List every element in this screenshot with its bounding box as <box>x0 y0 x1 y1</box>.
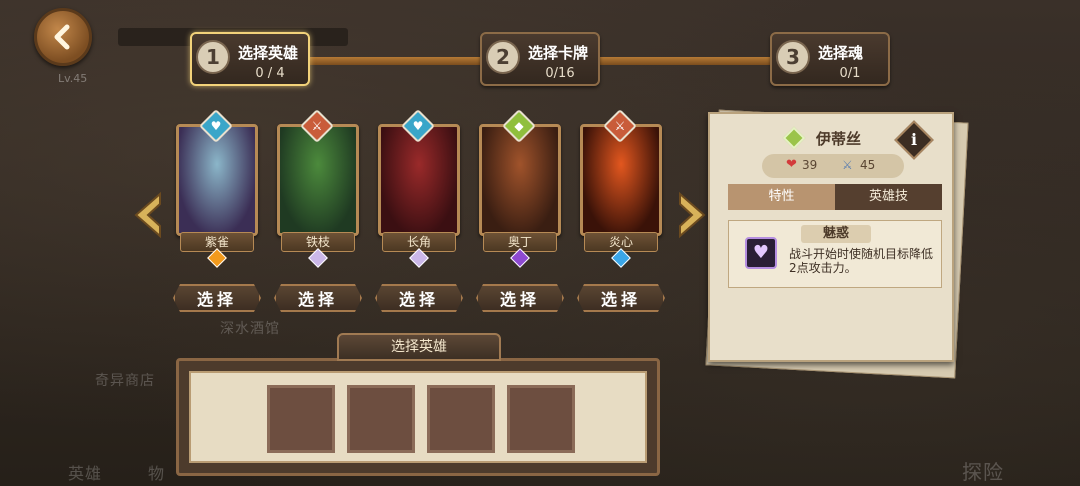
hero-slot[interactable] <box>427 385 495 453</box>
step-count: 0/1 <box>839 66 861 81</box>
hero-portrait-art <box>179 127 255 233</box>
charm-icon: ♥ <box>745 237 777 269</box>
step-select-hero[interactable]: 1 选择英雄 0 / 4 <box>190 32 310 86</box>
hero-stats: ❤ 39 ⚔ 45 <box>762 154 904 178</box>
select-hero-button[interactable]: 选择 <box>173 284 261 312</box>
hero-slot[interactable] <box>267 385 335 453</box>
prev-heroes-button[interactable] <box>130 190 170 240</box>
step-select-cards[interactable]: 2 选择卡牌 0/16 <box>480 32 600 86</box>
step-number: 1 <box>196 40 230 74</box>
hero-card[interactable]: ♥ 长角 <box>378 109 460 268</box>
step-select-soul[interactable]: 3 选择魂 0/1 <box>770 32 890 86</box>
trait-title: 魅惑 <box>801 225 871 243</box>
panel-tabs: 特性 英雄技 <box>728 184 942 210</box>
select-hero-button[interactable]: 选择 <box>375 284 463 312</box>
select-hero-button[interactable]: 选择 <box>274 284 362 312</box>
hero-name: 伊蒂丝 <box>816 130 862 148</box>
info-button[interactable]: i <box>894 120 934 160</box>
tab-traits[interactable]: 特性 <box>728 184 835 210</box>
attack-icon: ⚔ <box>842 158 853 172</box>
tray-slots-area <box>189 371 647 463</box>
hero-portrait-art <box>583 127 659 233</box>
selected-hero-tray <box>176 358 660 476</box>
bg-shop-label: 奇异商店 <box>95 373 155 389</box>
chevron-left-icon <box>134 191 161 239</box>
back-button[interactable] <box>34 8 92 66</box>
trait-description: 战斗开始时使随机目标降低2点攻击力。 <box>789 247 934 275</box>
bg-tavern-label: 深水酒馆 <box>220 321 280 337</box>
bg-hero-label: 英雄 <box>68 464 103 483</box>
hero-portrait-art <box>280 127 356 233</box>
hero-card[interactable]: ◆ 奥丁 <box>479 109 561 268</box>
select-hero-button[interactable]: 选择 <box>577 284 665 312</box>
hero-card[interactable]: ⚔ 铁枝 <box>277 109 359 268</box>
step-number: 3 <box>776 40 810 74</box>
health-icon: ❤ <box>786 157 797 172</box>
trait-card: 魅惑 ♥ 战斗开始时使随机目标降低2点攻击力。 <box>728 220 942 288</box>
attack-value: 45 <box>860 158 876 172</box>
hero-slot[interactable] <box>347 385 415 453</box>
hero-class-icon <box>782 126 806 150</box>
step-title: 选择英雄 <box>238 44 299 62</box>
hero-info-panel: 伊蒂丝 i ❤ 39 ⚔ 45 特性 英雄技 魅惑 ♥ 战斗开始时使随机目标降低… <box>708 112 954 362</box>
hero-slot[interactable] <box>507 385 575 453</box>
step-number: 2 <box>486 40 520 74</box>
chevron-right-icon <box>679 191 706 239</box>
health-value: 39 <box>802 158 818 172</box>
tray-title: 选择英雄 <box>337 333 501 361</box>
tab-hero-skill[interactable]: 英雄技 <box>835 184 942 210</box>
player-level: Lv.45 <box>58 72 88 85</box>
info-icon: i <box>910 130 918 149</box>
next-heroes-button[interactable] <box>670 190 710 240</box>
step-count: 0/16 <box>545 66 575 81</box>
hero-card[interactable]: ⚔ 炎心 <box>580 109 662 268</box>
step-title: 选择魂 <box>818 44 864 62</box>
bg-explore-label: 探险 <box>962 460 1004 484</box>
hero-card[interactable]: ♥ 紫雀 <box>176 109 258 268</box>
bg-item-label: 物 <box>148 464 166 483</box>
step-count: 0 / 4 <box>255 66 285 81</box>
back-arrow-icon <box>54 24 70 50</box>
step-title: 选择卡牌 <box>528 44 589 62</box>
hero-portrait-art <box>381 127 457 233</box>
hero-portrait-art <box>482 127 558 233</box>
select-hero-button[interactable]: 选择 <box>476 284 564 312</box>
